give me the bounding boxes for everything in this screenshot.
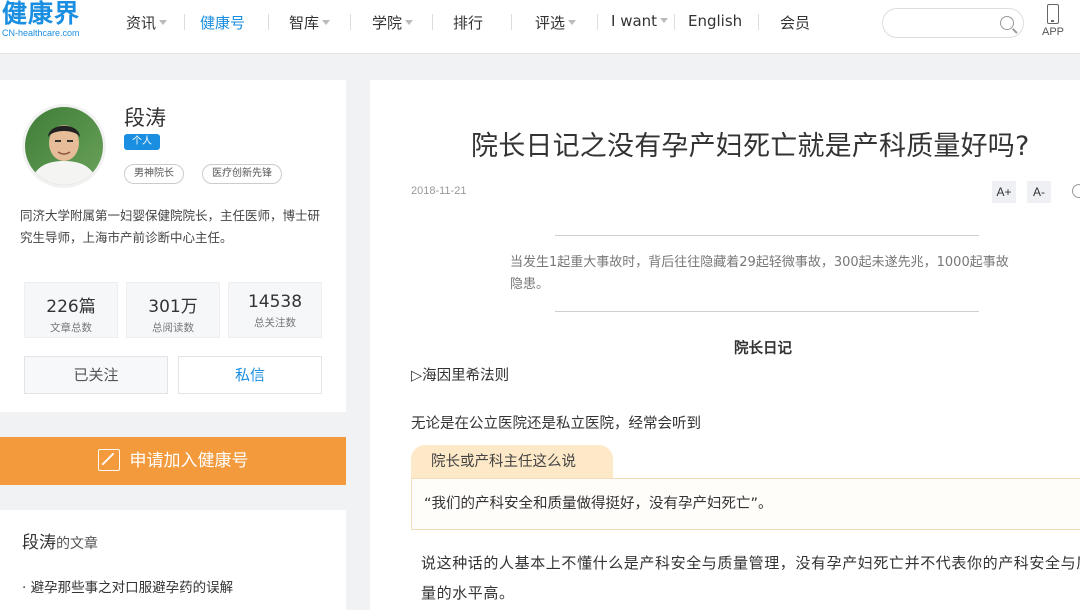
publish-date: 2018-11-21: [411, 185, 467, 197]
quote-divider-bottom: [555, 311, 979, 312]
mobile-phone-icon: [1047, 4, 1059, 24]
edit-icon: [97, 449, 120, 471]
account-type-badge: 个人: [124, 134, 160, 150]
nav-item-english[interactable]: English: [688, 12, 742, 32]
nav-label: 智库: [289, 14, 320, 32]
logo-subtext: CN-healthcare.com: [2, 28, 80, 38]
font-size-increase-button[interactable]: A+: [992, 181, 1016, 203]
chevron-down-icon: [660, 18, 669, 23]
nav-item-i-want[interactable]: I want: [611, 12, 669, 32]
stat-value: 226篇: [46, 297, 96, 317]
nav-divider: [268, 14, 269, 30]
nav-label: English: [688, 12, 743, 30]
app-download-link[interactable]: APP: [1038, 4, 1068, 44]
search-input[interactable]: [882, 8, 1024, 38]
chevron-down-icon: [322, 20, 331, 25]
stat-articles: 226篇 文章总数: [24, 282, 118, 338]
articles-heading-suffix: 的文章: [56, 536, 98, 552]
nav-label: 学院: [372, 14, 403, 32]
stat-value: 301万: [148, 297, 198, 317]
nav-item-awards[interactable]: 评选: [535, 12, 577, 32]
articles-heading: 段涛的文章: [22, 528, 98, 553]
private-message-button[interactable]: 私信: [178, 356, 322, 394]
articles-author-name: 段涛: [22, 533, 56, 553]
nav-label: 资讯: [126, 14, 157, 32]
paragraph: 说这种话的人基本上不懂什么是产科安全与质量管理，没有孕产妇死亡并不代表你的产科安…: [421, 554, 1080, 602]
join-health-account-button[interactable]: 申请加入健康号: [0, 437, 346, 485]
chevron-down-icon: [568, 20, 577, 25]
stat-value: 14538: [247, 292, 303, 312]
nav-label: 评选: [535, 14, 566, 32]
lead-quote: 当发生1起重大事故时，背后往往隐藏着29起轻微事故，300起未遂先兆，1000起…: [510, 255, 1009, 292]
quote-divider-top: [555, 235, 979, 236]
paragraph: 无论是在公立医院还是私立医院，经常会听到: [411, 416, 701, 432]
nav-label: 排行: [453, 14, 484, 32]
nav-item-membership[interactable]: 会员: [780, 12, 810, 32]
nav-item-news[interactable]: 资讯: [126, 12, 168, 32]
nav-item-academy[interactable]: 学院: [372, 12, 414, 32]
share-icon[interactable]: [1072, 184, 1080, 198]
nav-item-ranking[interactable]: 排行: [453, 12, 483, 32]
section-heading: ▷海因里希法则: [411, 368, 510, 384]
join-label: 申请加入健康号: [129, 451, 249, 471]
stat-label: 总阅读数: [152, 322, 194, 334]
nav-label: 会员: [780, 14, 811, 32]
logo-text: 健康界: [2, 0, 81, 28]
author-bio: 同济大学附属第一妇婴保健院院长，主任医师，博士研究生导师，上海市产前诊断中心主任…: [20, 208, 321, 245]
article-list-item[interactable]: · 避孕那些事之对口服避孕药的误解: [22, 576, 233, 596]
nav-item-think-tank[interactable]: 智库: [289, 12, 331, 32]
callout-quote: “我们的产科安全和质量做得挺好，没有孕产妇死亡”。: [411, 478, 1080, 530]
nav-divider: [597, 14, 598, 30]
nav-divider: [511, 14, 512, 30]
top-navbar: 健康界 CN-healthcare.com 资讯 健康号 智库 学院 排行 评选…: [0, 0, 1080, 54]
author-name: 段涛: [124, 106, 166, 130]
nav-item-health-account[interactable]: 健康号: [200, 12, 245, 32]
chevron-down-icon: [405, 20, 414, 25]
article-panel: 院长日记之没有孕产妇死亡就是产科质量好吗? 2018-11-21 A+ A- 当…: [370, 80, 1080, 610]
section-subhead: 院长日记: [734, 341, 792, 357]
article-title: 院长日记之没有孕产妇死亡就是产科质量好吗?: [471, 131, 1030, 162]
nav-divider: [432, 14, 433, 30]
nav-divider: [350, 14, 351, 30]
author-profile-card: 段涛 个人 男神院长 医疗创新先锋 同济大学附属第一妇婴保健院院长，主任医师，博…: [0, 80, 346, 412]
stat-label: 总关注数: [254, 317, 296, 329]
nav-divider: [674, 14, 675, 30]
stat-label: 文章总数: [50, 322, 92, 334]
site-logo[interactable]: 健康界 CN-healthcare.com: [2, 0, 102, 42]
callout-title: 院长或产科主任这么说: [411, 445, 613, 479]
avatar-photo: [25, 107, 103, 185]
author-articles-card: 段涛的文章 · 避孕那些事之对口服避孕药的误解: [0, 510, 346, 610]
nav-divider: [184, 14, 185, 30]
nav-label: 健康号: [200, 14, 246, 32]
nav-label: I want: [611, 12, 658, 30]
author-tag: 男神院长: [124, 164, 184, 184]
chevron-down-icon: [159, 20, 168, 25]
app-label: APP: [1041, 26, 1064, 38]
search-icon[interactable]: [1000, 16, 1014, 30]
nav-divider: [758, 14, 759, 30]
stat-reads: 301万 总阅读数: [126, 282, 220, 338]
stat-followers: 14538 总关注数: [228, 282, 322, 338]
follow-button[interactable]: 已关注: [24, 356, 168, 394]
font-size-decrease-button[interactable]: A-: [1027, 181, 1051, 203]
author-tag: 医疗创新先锋: [202, 164, 282, 184]
avatar[interactable]: [22, 104, 106, 188]
